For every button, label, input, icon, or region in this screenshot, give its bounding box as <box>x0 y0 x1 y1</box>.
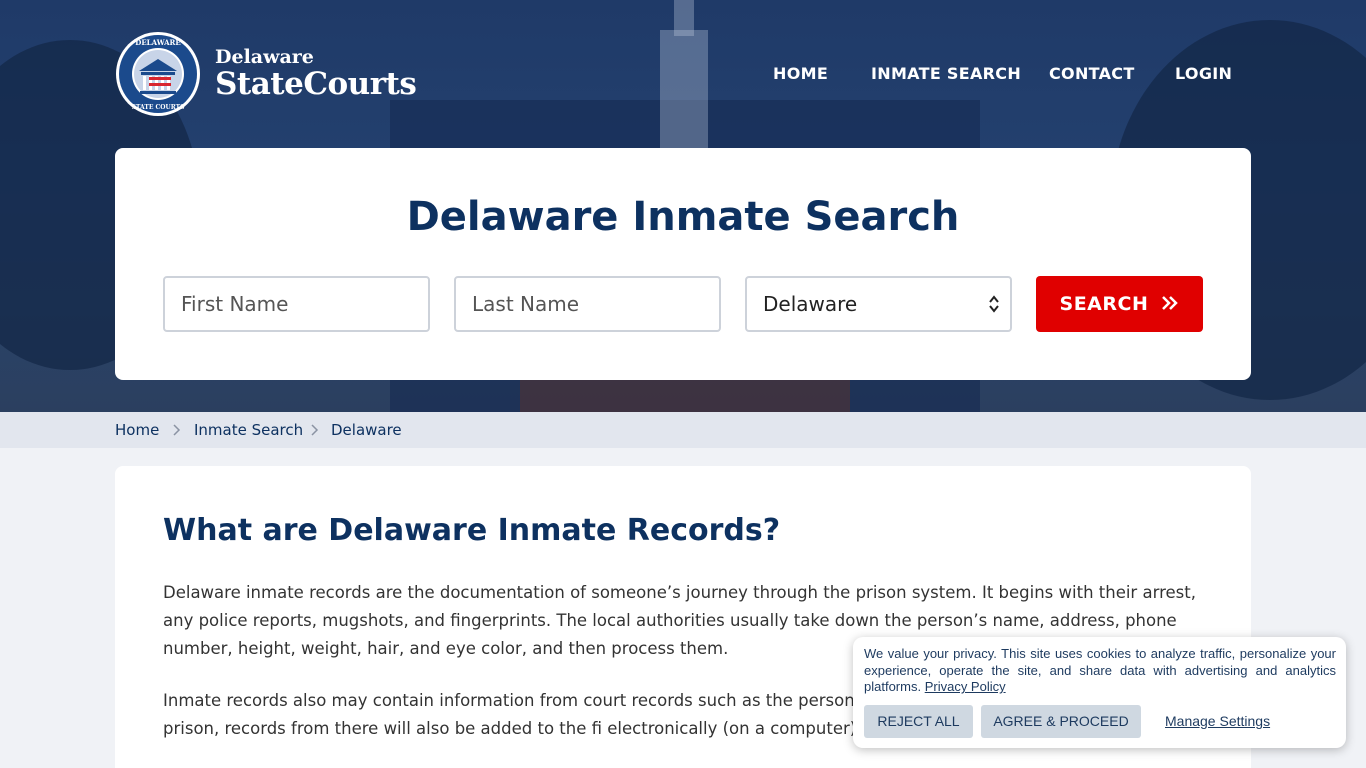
nav-inmate-search[interactable]: INMATE SEARCH <box>871 64 1021 84</box>
logo-text-top: DELAWARE <box>135 38 180 47</box>
logo-text-bottom: STATE COURTS <box>132 104 185 111</box>
last-name-input[interactable]: Last Name <box>454 276 721 332</box>
background-spire <box>674 0 694 36</box>
state-courts-seal-logo[interactable]: DELAWARE STATE COURTS <box>115 31 201 117</box>
search-button-label: SEARCH <box>1059 293 1149 315</box>
search-title: Delaware Inmate Search <box>406 194 960 240</box>
brand-state-name[interactable]: Delaware <box>215 46 314 68</box>
content-title: What are Delaware Inmate Records? <box>163 513 781 548</box>
select-updown-icon <box>989 295 999 313</box>
nav-contact[interactable]: CONTACT <box>1049 64 1135 84</box>
nav-home[interactable]: HOME <box>773 64 828 84</box>
agree-proceed-button[interactable]: AGREE & PROCEED <box>981 705 1141 738</box>
brand-site-name[interactable]: StateCourts <box>215 66 417 102</box>
manage-settings-link[interactable]: Manage Settings <box>1165 713 1270 729</box>
state-select[interactable]: Delaware <box>745 276 1012 332</box>
privacy-policy-link[interactable]: Privacy Policy <box>925 679 1006 694</box>
search-button[interactable]: SEARCH <box>1036 276 1203 332</box>
cookie-message: We value your privacy. This site uses co… <box>864 646 1336 696</box>
reject-all-button[interactable]: REJECT ALL <box>864 705 973 738</box>
breadcrumb-home[interactable]: Home <box>115 421 159 439</box>
background-brick-wall <box>520 380 850 412</box>
breadcrumb-delaware[interactable]: Delaware <box>331 421 402 439</box>
double-chevron-right-icon <box>1162 296 1179 310</box>
breadcrumb-inmate-search[interactable]: Inmate Search <box>194 421 303 439</box>
state-select-value: Delaware <box>763 292 858 316</box>
first-name-placeholder: First Name <box>181 292 289 316</box>
chevron-right-icon <box>173 424 181 436</box>
search-card <box>115 148 1251 380</box>
first-name-input[interactable]: First Name <box>163 276 430 332</box>
chevron-right-icon <box>311 424 319 436</box>
nav-login[interactable]: LOGIN <box>1175 64 1232 84</box>
last-name-placeholder: Last Name <box>472 292 580 316</box>
